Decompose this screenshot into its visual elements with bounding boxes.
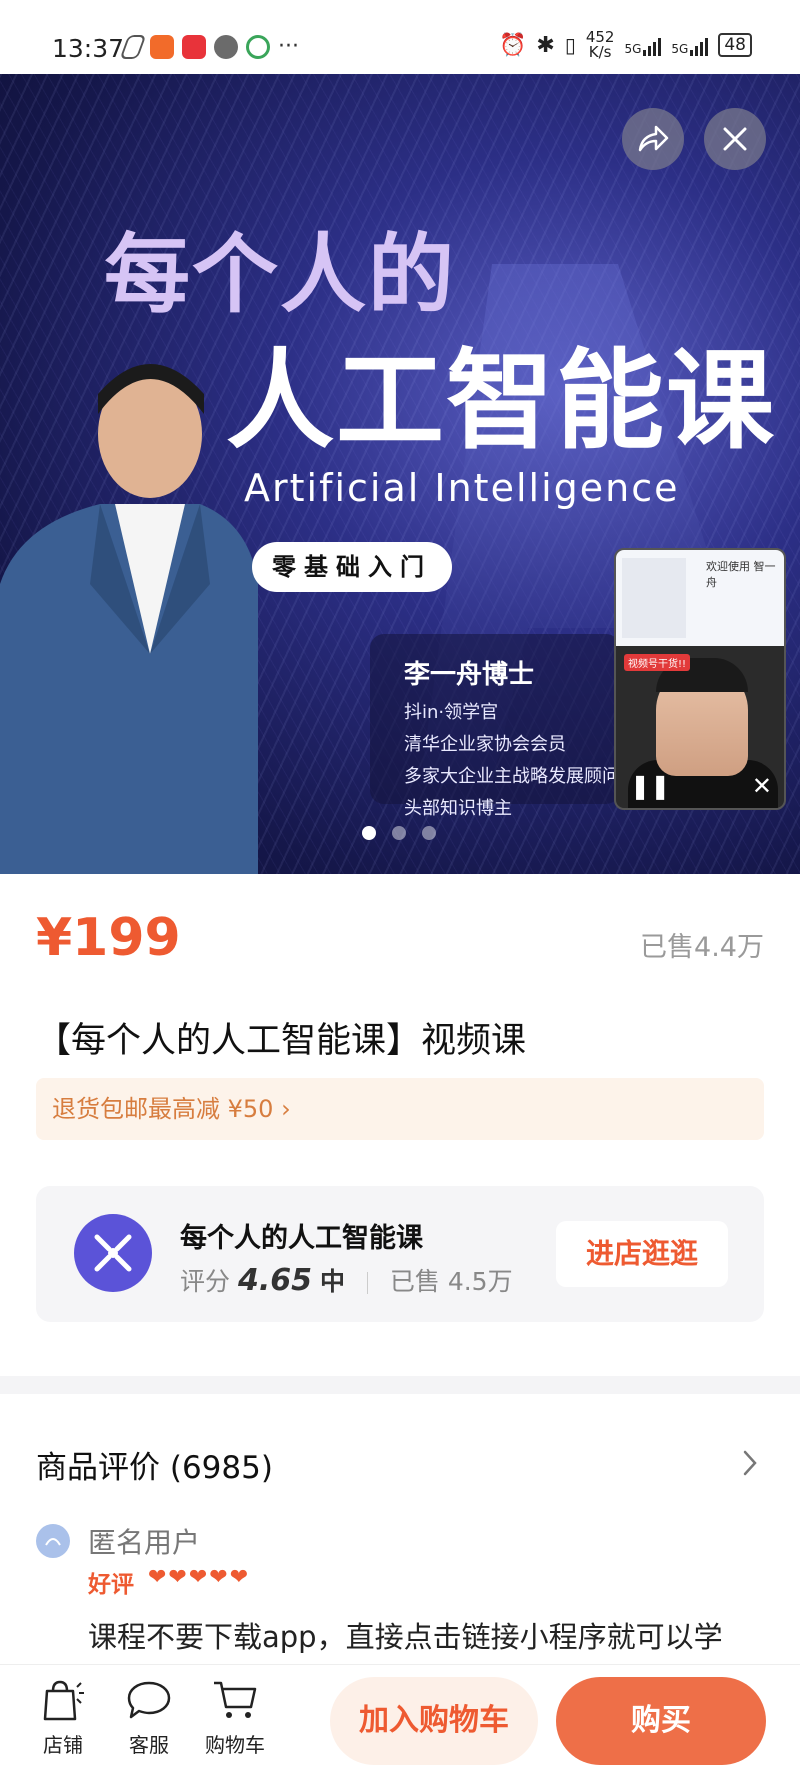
banner-title-line2: 人工智能课	[226, 339, 777, 464]
product-title: 【每个人的人工智能课】视频课	[36, 1021, 527, 1061]
close-button[interactable]	[704, 108, 766, 170]
bluetooth-icon: ✱	[536, 32, 555, 58]
floating-video-player[interactable]: 欢迎使用 智一舟 视频号干货!! ❚❚ ✕	[614, 548, 786, 810]
section-divider	[0, 1376, 800, 1394]
instructor-line: 多家大企业主战略发展顾问	[404, 766, 620, 787]
status-indicators: ⏰ ✱ ▯ 452 K/s 5G 5G 48	[499, 30, 752, 60]
chat-bubble-icon	[127, 1681, 171, 1719]
instructor-line: 清华企业家协会会员	[404, 734, 566, 755]
signal-bars-icon	[643, 34, 662, 56]
pip-screen-capture: 欢迎使用 智一舟	[616, 550, 784, 646]
banner-title-line1: 每个人的	[104, 225, 456, 325]
review-hearts: ❤❤❤❤❤	[148, 1565, 251, 1590]
instructor-line: 头部知识博主	[404, 798, 512, 819]
status-time: 13:37	[52, 34, 125, 63]
enter-shop-button[interactable]: 进店逛逛	[556, 1221, 728, 1287]
cart-label: 购物车	[205, 1733, 265, 1757]
store-nav[interactable]: 店铺	[28, 1679, 98, 1758]
review-rating-label: 好评	[88, 1572, 134, 1598]
pip-panel	[622, 558, 686, 638]
shop-card[interactable]: 每个人的人工智能课 评分 4.65 中 已售 4.5万 进店逛逛	[36, 1186, 764, 1322]
divider	[366, 1272, 368, 1294]
close-icon	[723, 127, 747, 151]
banner-subtitle: Artificial Intelligence	[244, 466, 680, 510]
shop-meta: 评分 4.65 中 已售 4.5万	[180, 1262, 513, 1298]
instructor-photo	[0, 364, 258, 874]
carousel-indicator	[362, 826, 436, 840]
wechat-icon	[214, 34, 238, 59]
close-pip-icon[interactable]: ✕	[752, 772, 772, 800]
share-icon	[638, 125, 669, 152]
signal-2: 5G	[671, 34, 709, 56]
share-button[interactable]	[622, 108, 684, 170]
shop-score: 4.65	[237, 1263, 312, 1298]
instructor-name: 李一舟博士	[404, 660, 535, 690]
more-notifications-icon: ···	[278, 34, 299, 59]
cart-nav[interactable]: 购物车	[200, 1679, 270, 1758]
shop-score-level: 中	[319, 1267, 345, 1296]
avatar-icon	[45, 1538, 61, 1546]
reviews-title[interactable]: 商品评价 (6985)	[36, 1442, 273, 1487]
shop-logo	[74, 1214, 152, 1292]
service-label: 客服	[129, 1733, 169, 1757]
sold-count: 已售4.4万	[640, 932, 764, 963]
pip-header-text: 欢迎使用 智一舟	[706, 560, 776, 589]
carousel-dot[interactable]	[392, 826, 406, 840]
signal-bars-icon	[690, 34, 709, 56]
battery-icon: 48	[718, 33, 752, 57]
product-price: ¥199	[36, 908, 181, 968]
store-icon	[43, 1680, 84, 1721]
service-nav[interactable]: 客服	[114, 1679, 184, 1758]
network-speed: 452 K/s	[586, 30, 615, 60]
buy-button[interactable]: 购买	[556, 1677, 766, 1765]
pip-tag: 视频号干货!!	[624, 654, 691, 671]
promo-banner[interactable]: 退货包邮最高减 ¥50 ›	[36, 1078, 764, 1140]
chevron-right-icon[interactable]	[736, 1446, 764, 1480]
shop-score-label: 评分	[180, 1267, 231, 1296]
net-speed-unit: K/s	[588, 43, 612, 61]
notification-icon	[119, 34, 147, 59]
xiaohongshu-icon	[182, 34, 206, 59]
banner-tag: 零基础入门	[252, 542, 452, 592]
refresh-app-icon	[246, 34, 270, 59]
carousel-dot[interactable]	[422, 826, 436, 840]
app-notification-icon	[150, 34, 174, 59]
status-bar: 13:37 ··· ⏰ ✱ ▯ 452 K/s 5G 5G 48	[0, 0, 800, 74]
signal-1-label: 5G	[624, 42, 642, 56]
carousel-dot[interactable]	[362, 826, 376, 840]
shop-name: 每个人的人工智能课	[180, 1223, 423, 1254]
store-label: 店铺	[43, 1733, 83, 1757]
shopping-cart-icon	[214, 1681, 257, 1718]
signal-2-label: 5G	[671, 42, 689, 56]
alarm-icon: ⏰	[498, 32, 527, 58]
reviewer-avatar	[36, 1524, 70, 1558]
signal-1: 5G	[624, 34, 662, 56]
bottom-action-bar: 店铺 客服 购物车 加入购物车 购买	[0, 1664, 800, 1776]
review-text: 课程不要下载app，直接点击链接小程序就可以学	[88, 1620, 723, 1654]
shop-sold: 已售 4.5万	[389, 1267, 513, 1296]
status-app-icons: ···	[119, 34, 299, 59]
pause-icon[interactable]: ❚❚	[630, 772, 670, 800]
add-to-cart-button[interactable]: 加入购物车	[330, 1677, 538, 1765]
reviewer-name: 匿名用户	[88, 1526, 201, 1559]
vibrate-icon: ▯	[564, 33, 576, 57]
shop-logo-icon	[94, 1234, 132, 1272]
instructor-line: 抖in·领学官	[404, 702, 499, 723]
